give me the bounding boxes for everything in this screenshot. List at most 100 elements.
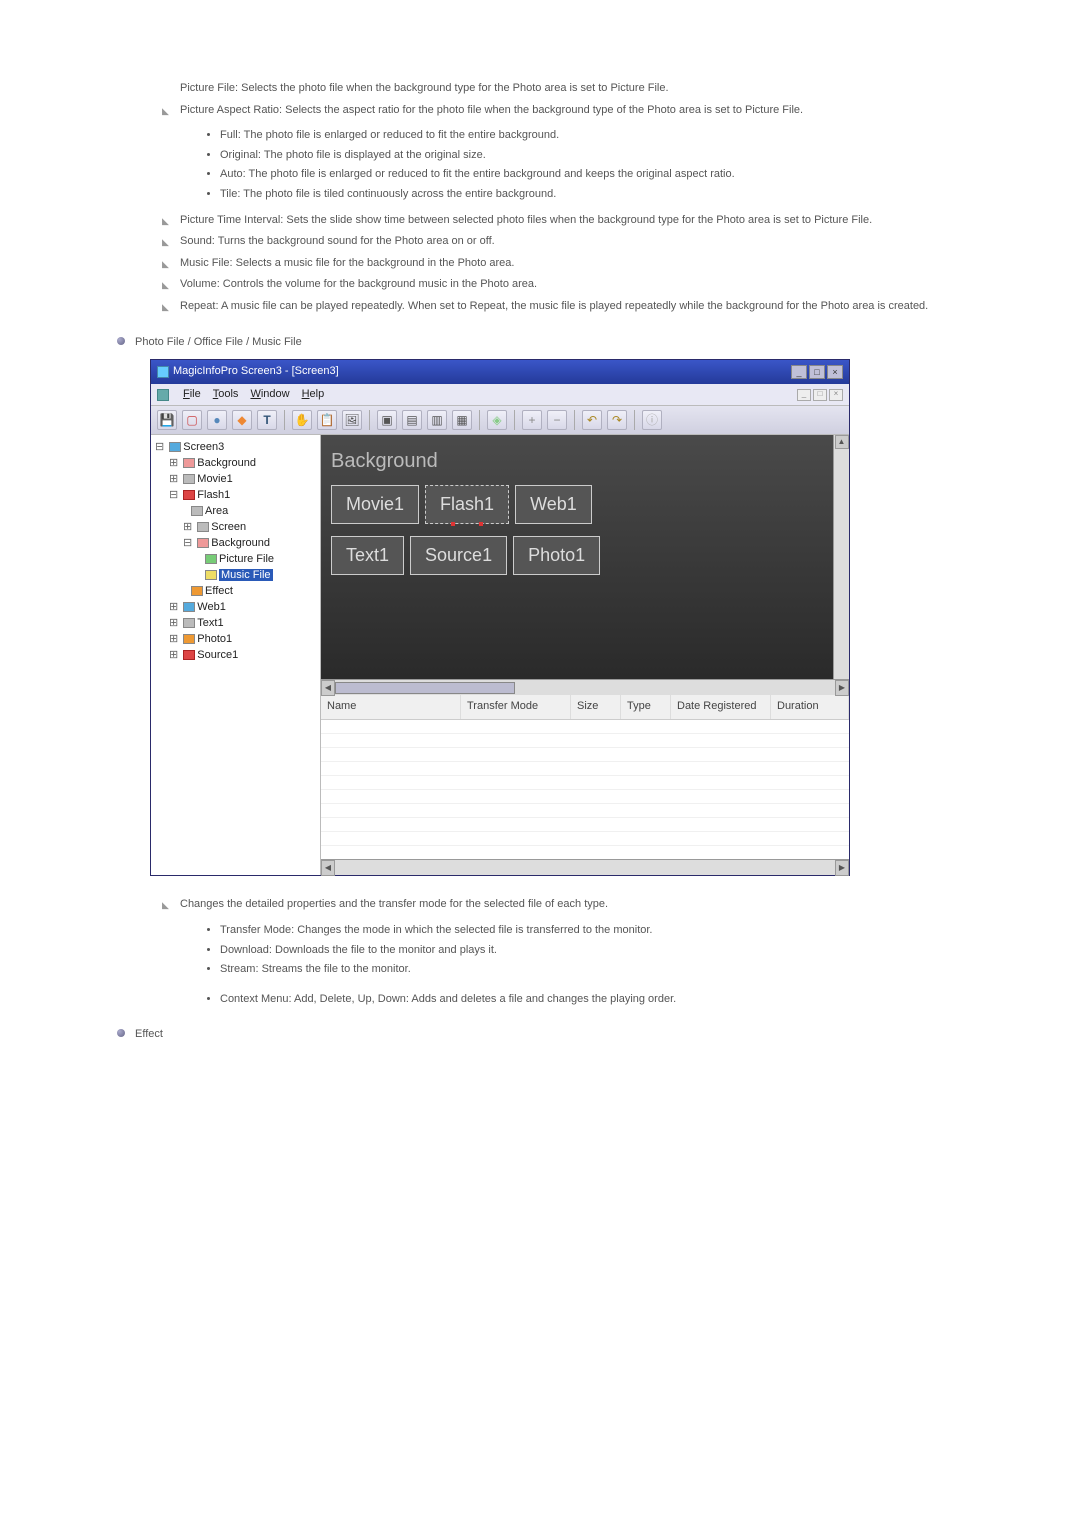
text: Changes the detailed properties and the … bbox=[180, 898, 608, 910]
table-row bbox=[321, 762, 849, 776]
col-size[interactable]: Size bbox=[571, 695, 621, 719]
tree-music-file[interactable]: Music File bbox=[155, 567, 316, 583]
scroll-left-icon[interactable]: ◀ bbox=[321, 860, 335, 876]
child-restore-button[interactable]: □ bbox=[813, 389, 827, 401]
menu-help[interactable]: Help bbox=[302, 386, 325, 404]
tool-text-icon[interactable]: T bbox=[257, 410, 277, 430]
separator bbox=[634, 410, 635, 430]
disc-icon bbox=[117, 1029, 125, 1037]
maximize-button[interactable]: □ bbox=[809, 365, 825, 379]
text: Repeat: A music file can be played repea… bbox=[180, 300, 928, 312]
doc-body: Picture File: Selects the photo file whe… bbox=[180, 80, 950, 1044]
minimize-button[interactable]: _ bbox=[791, 365, 807, 379]
tool-sendback-icon[interactable]: ▦ bbox=[452, 410, 472, 430]
table-row bbox=[321, 790, 849, 804]
file-panel: Name Transfer Mode Size Type Date Regist… bbox=[321, 695, 849, 875]
item-music-file: ◣ Music File: Selects a music file for t… bbox=[180, 255, 950, 273]
arrow-icon: ◣ bbox=[162, 278, 169, 292]
tool-save-icon[interactable]: 💾 bbox=[157, 410, 177, 430]
tree-movie1[interactable]: ⊞ Movie1 bbox=[155, 471, 316, 487]
tool-zoomout-icon[interactable]: − bbox=[547, 410, 567, 430]
table-row bbox=[321, 748, 849, 762]
tool-hand-icon[interactable]: ✋ bbox=[292, 410, 312, 430]
transfer-list: Transfer Mode: Changes the mode in which… bbox=[220, 922, 950, 979]
scroll-right-icon[interactable]: ▶ bbox=[835, 860, 849, 876]
effect-heading: Effect bbox=[135, 1026, 950, 1044]
tree-panel: ⊟ Screen3 ⊞ Background ⊞ Movie1 ⊟ Flash1… bbox=[151, 435, 321, 875]
col-date-registered[interactable]: Date Registered bbox=[671, 695, 771, 719]
tool-screen-icon[interactable]: ▢ bbox=[182, 410, 202, 430]
zone-source1[interactable]: Source1 bbox=[410, 536, 507, 575]
below-screenshot: ◣ Changes the detailed properties and th… bbox=[180, 896, 950, 1008]
separator bbox=[284, 410, 285, 430]
aspect-list: Full: The photo file is enlarged or redu… bbox=[220, 127, 950, 203]
tree-text1[interactable]: ⊞ Text1 bbox=[155, 615, 316, 631]
tree-picture-file[interactable]: Picture File bbox=[155, 551, 316, 567]
tool-globe-icon[interactable]: ● bbox=[207, 410, 227, 430]
tool-undo-icon[interactable]: ↶ bbox=[582, 410, 602, 430]
text: Music File: Selects a music file for the… bbox=[180, 257, 514, 269]
table-row bbox=[321, 818, 849, 832]
table-row bbox=[321, 832, 849, 846]
file-columns: Name Transfer Mode Size Type Date Regist… bbox=[321, 695, 849, 720]
tree-effect[interactable]: Effect bbox=[155, 583, 316, 599]
tree-flash1[interactable]: ⊟ Flash1 bbox=[155, 487, 316, 503]
tree-photo1[interactable]: ⊞ Photo1 bbox=[155, 631, 316, 647]
text: Picture Time Interval: Sets the slide sh… bbox=[180, 214, 872, 226]
tool-info-icon[interactable]: ⓘ bbox=[642, 410, 662, 430]
zone-photo1[interactable]: Photo1 bbox=[513, 536, 600, 575]
col-duration[interactable]: Duration bbox=[771, 695, 849, 719]
file-hscroll[interactable]: ◀ ▶ bbox=[321, 859, 849, 875]
tool-bringfront-icon[interactable]: ▣ bbox=[377, 410, 397, 430]
tree-web1[interactable]: ⊞ Web1 bbox=[155, 599, 316, 615]
scroll-up-icon[interactable]: ▲ bbox=[835, 435, 849, 449]
tool-sendbackward-icon[interactable]: ▥ bbox=[427, 410, 447, 430]
zone-flash1[interactable]: Flash1 bbox=[425, 485, 509, 524]
separator bbox=[369, 410, 370, 430]
tool-gem-icon[interactable]: ◈ bbox=[487, 410, 507, 430]
canvas-hscroll[interactable]: ◀ ▶ bbox=[321, 679, 849, 695]
tool-image-icon[interactable]: 🖼 bbox=[342, 410, 362, 430]
col-type[interactable]: Type bbox=[621, 695, 671, 719]
tree-source1[interactable]: ⊞ Source1 bbox=[155, 647, 316, 663]
col-name[interactable]: Name bbox=[321, 695, 461, 719]
heading-text: Photo File / Office File / Music File bbox=[135, 336, 302, 348]
scroll-left-icon[interactable]: ◀ bbox=[321, 680, 335, 696]
menu-file[interactable]: File bbox=[183, 386, 201, 404]
menu-tools[interactable]: Tools bbox=[213, 386, 239, 404]
close-button[interactable]: × bbox=[827, 365, 843, 379]
tool-redo-icon[interactable]: ↷ bbox=[607, 410, 627, 430]
col-transfer-mode[interactable]: Transfer Mode bbox=[461, 695, 571, 719]
app-window: MagicInfoPro Screen3 - [Screen3] _ □ × F… bbox=[150, 359, 850, 876]
scroll-right-icon[interactable]: ▶ bbox=[835, 680, 849, 696]
menubar: File Tools Window Help _ □ × bbox=[151, 384, 849, 407]
scroll-thumb[interactable] bbox=[335, 682, 515, 694]
tool-zoomin-icon[interactable]: + bbox=[522, 410, 542, 430]
tree-background[interactable]: ⊞ Background bbox=[155, 455, 316, 471]
text: Picture File: Selects the photo file whe… bbox=[180, 82, 669, 94]
child-close-button[interactable]: × bbox=[829, 389, 843, 401]
arrow-icon: ◣ bbox=[162, 257, 169, 271]
tree-bg2[interactable]: ⊟ Background bbox=[155, 535, 316, 551]
toolbar: 💾 ▢ ● ◆ T ✋ 📋 🖼 ▣ ▤ ▥ ▦ ◈ + − ↶ ↷ ⓘ bbox=[151, 406, 849, 435]
child-minimize-button[interactable]: _ bbox=[797, 389, 811, 401]
tool-clipboard-icon[interactable]: 📋 bbox=[317, 410, 337, 430]
tree-area[interactable]: Area bbox=[155, 503, 316, 519]
tree-root[interactable]: ⊟ Screen3 bbox=[155, 439, 316, 455]
zone-movie1[interactable]: Movie1 bbox=[331, 485, 419, 524]
app-icon bbox=[157, 366, 169, 378]
tool-orange-icon[interactable]: ◆ bbox=[232, 410, 252, 430]
vertical-scrollbar[interactable]: ▲ bbox=[833, 435, 849, 679]
canvas-area[interactable]: ▲ Background Movie1 Flash1 Web1 Text1 So… bbox=[321, 435, 849, 679]
text: Volume: Controls the volume for the back… bbox=[180, 278, 537, 290]
zone-text1[interactable]: Text1 bbox=[331, 536, 404, 575]
menu-window[interactable]: Window bbox=[250, 386, 289, 404]
zone-web1[interactable]: Web1 bbox=[515, 485, 592, 524]
table-row bbox=[321, 776, 849, 790]
list-item: Auto: The photo file is enlarged or redu… bbox=[220, 166, 950, 184]
tree-screen[interactable]: ⊞ Screen bbox=[155, 519, 316, 535]
separator bbox=[479, 410, 480, 430]
item-picture-file: Picture File: Selects the photo file whe… bbox=[180, 80, 950, 98]
tool-bringforward-icon[interactable]: ▤ bbox=[402, 410, 422, 430]
workspace: ⊟ Screen3 ⊞ Background ⊞ Movie1 ⊟ Flash1… bbox=[151, 435, 849, 875]
